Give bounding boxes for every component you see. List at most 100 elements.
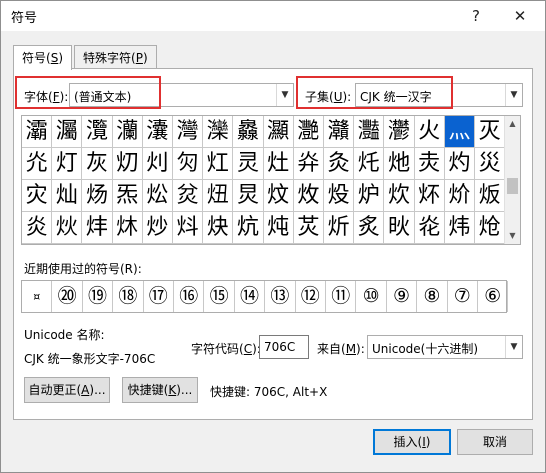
symbol-cell[interactable]: 灨	[324, 116, 355, 148]
symbol-cell[interactable]: 炊	[384, 180, 415, 212]
symbol-cell[interactable]: 灢	[142, 116, 173, 148]
symbol-cell[interactable]: 炆	[263, 180, 294, 212]
symbol-cell[interactable]: 灶	[263, 148, 294, 180]
symbol-cell[interactable]: 炒	[142, 212, 173, 244]
symbol-cell[interactable]: 灦	[263, 116, 294, 148]
recent-symbol[interactable]: ⑪	[326, 281, 357, 312]
recent-symbol[interactable]: ⑯	[174, 281, 205, 312]
symbol-cell[interactable]: 炕	[233, 212, 264, 244]
chevron-down-icon[interactable]: ▼	[505, 84, 522, 106]
shortcut-button[interactable]: 快捷键(K)...	[122, 377, 198, 403]
symbol-cell[interactable]: 炃	[173, 180, 204, 212]
symbol-cell[interactable]: 灬	[444, 116, 475, 148]
symbol-cell[interactable]: 炅	[233, 180, 264, 212]
symbol-cell[interactable]: 灭	[475, 116, 506, 148]
font-select[interactable]: (普通文本) ▼	[69, 83, 294, 107]
symbol-cell[interactable]: 灲	[142, 148, 173, 180]
symbol-cell[interactable]: 炋	[414, 180, 445, 212]
symbol-cell[interactable]: 灪	[384, 116, 415, 148]
symbol-cell[interactable]: 灳	[173, 148, 204, 180]
symbol-cell[interactable]: 灻	[414, 148, 445, 180]
subset-select[interactable]: CJK 统一汉字 ▼	[355, 83, 523, 107]
recent-symbol[interactable]: ⑮	[204, 281, 235, 312]
symbol-cell[interactable]: 灣	[173, 116, 204, 148]
close-button[interactable]: ✕	[509, 5, 531, 27]
recent-symbol[interactable]: ⑦	[448, 281, 478, 312]
symbol-cell[interactable]: 炇	[293, 180, 324, 212]
recent-symbol[interactable]: ⑱	[113, 281, 144, 312]
symbol-cell[interactable]: 炍	[475, 180, 506, 212]
symbol-cell[interactable]: 炐	[82, 212, 113, 244]
recent-symbol[interactable]: ⑨	[387, 281, 418, 312]
symbol-cell[interactable]: 炉	[354, 180, 385, 212]
symbol-cell[interactable]: 灠	[82, 116, 113, 148]
symbol-cell[interactable]: 灹	[354, 148, 385, 180]
symbol-cell[interactable]: 灸	[324, 148, 355, 180]
autocorrect-button[interactable]: 自动更正(A)...	[24, 377, 110, 403]
symbol-cell[interactable]: 灿	[52, 180, 83, 212]
symbol-cell[interactable]: 灯	[52, 148, 83, 180]
symbol-cell[interactable]: 炙	[354, 212, 385, 244]
symbol-cell[interactable]: 灺	[384, 148, 415, 180]
recent-symbol[interactable]: ⑫	[296, 281, 326, 312]
char-code-input[interactable]: 706C	[259, 335, 309, 359]
symbol-cell[interactable]: 炏	[52, 212, 83, 244]
symbol-cell[interactable]: 炀	[82, 180, 113, 212]
symbol-cell[interactable]: 灰	[82, 148, 113, 180]
from-hotkey: M	[345, 342, 357, 356]
insert-button[interactable]: 插入(I)	[373, 429, 451, 455]
symbol-cell[interactable]: 灧	[293, 116, 324, 148]
chevron-down-icon[interactable]: ▼	[276, 84, 293, 106]
symbol-cell[interactable]: 炝	[475, 212, 506, 244]
symbol-cell[interactable]: 灩	[354, 116, 385, 148]
symbol-cell[interactable]: 灼	[444, 148, 475, 180]
tab-special-chars[interactable]: 特殊字符(P)	[74, 45, 157, 69]
scroll-up-icon[interactable]: ▲	[505, 116, 520, 132]
symbol-cell[interactable]: 炓	[173, 212, 204, 244]
symbol-cell[interactable]: 炄	[203, 180, 234, 212]
symbol-cell[interactable]: 炜	[444, 212, 475, 244]
symbol-cell[interactable]: 灥	[233, 116, 264, 148]
symbol-cell[interactable]: 灷	[293, 148, 324, 180]
help-button[interactable]: ?	[465, 5, 487, 27]
symbol-cell[interactable]: 灟	[52, 116, 83, 148]
symbol-cell[interactable]: 炚	[384, 212, 415, 244]
symbol-cell[interactable]: 灱	[112, 148, 143, 180]
scroll-thumb[interactable]	[507, 178, 518, 194]
scroll-down-icon[interactable]: ▼	[505, 228, 520, 244]
symbol-cell[interactable]: 炁	[112, 180, 143, 212]
chevron-down-icon[interactable]: ▼	[505, 336, 522, 358]
cancel-button[interactable]: 取消	[457, 429, 533, 455]
symbol-cell[interactable]: 炖	[263, 212, 294, 244]
symbol-cell[interactable]: 灞	[22, 116, 53, 148]
symbol-cell[interactable]: 炌	[444, 180, 475, 212]
recent-symbol[interactable]: ⑬	[265, 281, 296, 312]
symbol-cell[interactable]: 灴	[203, 148, 234, 180]
symbol-cell[interactable]: 炗	[293, 212, 324, 244]
recent-symbol[interactable]: ⑧	[417, 281, 448, 312]
symbol-cell[interactable]: 灤	[203, 116, 234, 148]
recent-symbol[interactable]: ¤	[22, 281, 53, 312]
recent-symbol[interactable]: ⑳	[52, 281, 83, 312]
symbol-cell[interactable]: 灵	[233, 148, 264, 180]
recent-symbol[interactable]: ⑲	[83, 281, 114, 312]
symbol-cell[interactable]: 炑	[112, 212, 143, 244]
symbol-cell[interactable]: 灡	[112, 116, 143, 148]
tab-symbols[interactable]: 符号(S)	[13, 45, 72, 70]
recent-symbol[interactable]: ⑥	[478, 281, 509, 312]
recent-symbol[interactable]: ⑰	[144, 281, 174, 312]
symbol-cell[interactable]: 炔	[203, 212, 234, 244]
symbol-cell[interactable]: 炈	[324, 180, 355, 212]
symbol-cell[interactable]: 灾	[22, 180, 53, 212]
symbol-cell[interactable]: 炘	[324, 212, 355, 244]
from-select[interactable]: Unicode(十六进制) ▼	[367, 335, 523, 359]
symbol-cell[interactable]: 炎	[22, 212, 53, 244]
recent-symbol[interactable]: ⑩	[356, 281, 387, 312]
symbol-cell[interactable]: 災	[475, 148, 506, 180]
grid-scrollbar[interactable]: ▲ ▼	[504, 116, 520, 244]
recent-symbol[interactable]: ⑭	[235, 281, 266, 312]
symbol-cell[interactable]: 火	[414, 116, 445, 148]
symbol-cell[interactable]: 炂	[142, 180, 173, 212]
symbol-cell[interactable]: 灮	[22, 148, 53, 180]
symbol-cell[interactable]: 炛	[414, 212, 445, 244]
